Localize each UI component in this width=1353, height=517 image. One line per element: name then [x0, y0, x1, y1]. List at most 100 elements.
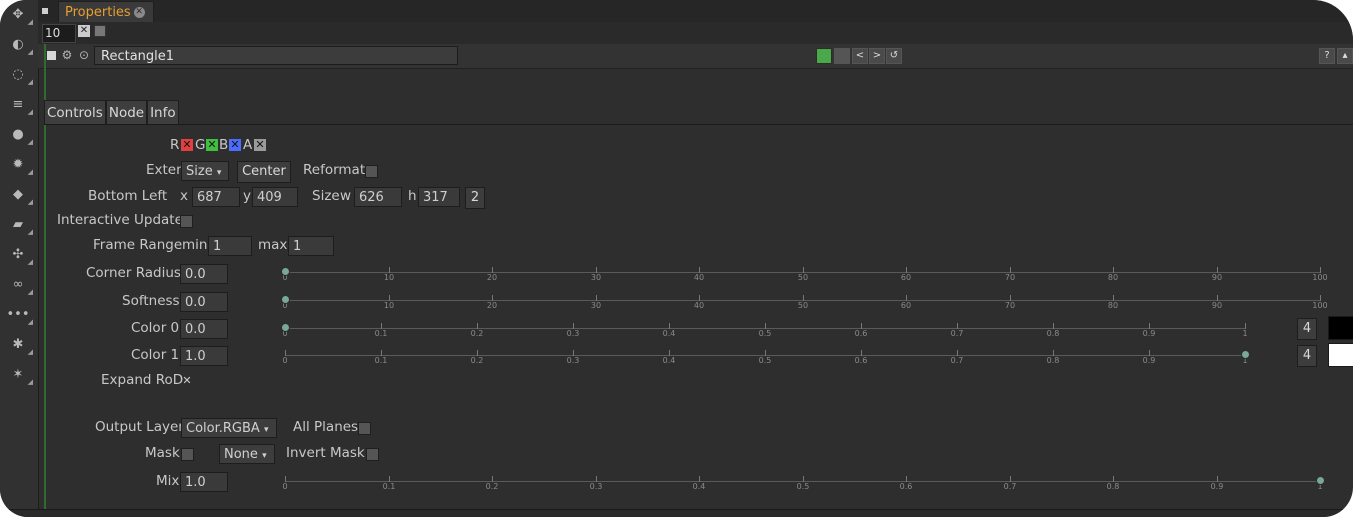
slider-tick-label: 10	[383, 301, 395, 310]
slider-tick-label: 30	[590, 301, 602, 310]
slider-tick-label: 0.4	[662, 329, 676, 338]
close-icon[interactable]: ✕	[133, 7, 145, 18]
invert-mask-checkbox[interactable]	[366, 448, 379, 461]
softness-label: Softness	[122, 293, 180, 309]
slider-tick-label: 0.6	[854, 356, 868, 365]
color1-dimension-button[interactable]: 4	[1297, 345, 1317, 367]
clear-panels-button[interactable]: ✕	[78, 25, 90, 37]
frame-range-label: Frame Range	[93, 237, 183, 253]
slider-tick-label: 0.9	[1142, 329, 1156, 338]
filter-tool-icon[interactable]: ✹ ◢	[8, 154, 33, 177]
slider-tick-label: 20	[486, 273, 498, 282]
slider-tick-label: 0.2	[470, 329, 484, 338]
tab-properties[interactable]: Properties ✕	[58, 1, 154, 23]
channel-r-label: R	[170, 137, 180, 153]
slider-tick-label: 0	[282, 356, 288, 365]
x-label: x	[180, 188, 188, 204]
pane-menu-icon[interactable]	[42, 8, 48, 14]
plugin-tool-icon[interactable]: ✱ ◢	[8, 334, 33, 357]
size-h-input[interactable]: 317	[418, 187, 460, 207]
center-icon[interactable]: ⊙	[77, 48, 91, 62]
slider-tick-label: 0.4	[692, 482, 706, 491]
interactive-update-checkbox[interactable]	[180, 215, 193, 228]
color1-input[interactable]: 1.0	[180, 346, 228, 366]
tab-controls[interactable]: Controls	[44, 100, 106, 125]
mix-slider[interactable]: 0 0.1 0.2 0.3 0.4 0.5 0.6 0.7 0.8 0.9 1	[282, 466, 1325, 496]
keyer-tool-icon[interactable]: ◆ ◢	[8, 184, 33, 207]
merge-tool-icon[interactable]: ▰ ◢	[8, 214, 33, 237]
tab-node[interactable]: Node	[105, 100, 148, 125]
color0-input[interactable]: 0.0	[180, 319, 228, 339]
float-icon[interactable]: ▴	[1337, 48, 1353, 64]
color0-slider[interactable]: 0 0.1 0.2 0.3 0.4 0.5 0.6 0.7 0.8 0.9 1	[281, 313, 1248, 343]
other-tool-icon[interactable]: ••• ◢	[7, 304, 34, 327]
corner-radius-slider[interactable]: 0 10 20 30 40 50 60 70 80 90 100	[281, 257, 1328, 287]
channel-g-checkbox[interactable]: ✕	[206, 139, 218, 151]
slider-tick-label: 70	[1004, 273, 1016, 282]
color1-swatch[interactable]	[1328, 343, 1353, 367]
reformat-label: Reformat	[303, 162, 366, 178]
output-layer-label: Output Layer	[95, 419, 184, 435]
color1-slider[interactable]: 0 0.1 0.2 0.3 0.4 0.5 0.6 0.7 0.8 0.9 1	[282, 340, 1250, 370]
slider-tick-label: 0.3	[566, 356, 580, 365]
prev-icon[interactable]: <	[852, 48, 868, 64]
expand-rod-checkbox[interactable]: ✕	[181, 375, 193, 387]
color0-swatch[interactable]	[1328, 316, 1353, 340]
next-icon[interactable]: >	[869, 48, 885, 64]
h-label: h	[408, 188, 417, 204]
channel-r-checkbox[interactable]: ✕	[181, 139, 193, 151]
all-planes-checkbox[interactable]	[358, 422, 371, 435]
output-layer-dropdown[interactable]: Color.RGBA ▾	[181, 418, 277, 438]
color0-dimension-button[interactable]: 4	[1297, 318, 1317, 340]
mask-checkbox[interactable]	[181, 448, 194, 461]
collapse-icon[interactable]	[44, 48, 58, 62]
node-color-button[interactable]	[816, 48, 832, 64]
mask-dropdown[interactable]: None ▾	[219, 444, 275, 464]
softness-input[interactable]: 0.0	[180, 292, 228, 312]
time-tool-icon[interactable]: ◌ ◢	[8, 64, 33, 87]
overlay-color-button[interactable]	[834, 48, 850, 64]
size-dimension-button[interactable]: 2	[465, 187, 485, 209]
min-label: min	[182, 237, 208, 253]
infinity-tool-icon[interactable]: ∞ ◢	[8, 274, 33, 297]
size-w-input[interactable]: 626	[354, 187, 402, 207]
softness-slider[interactable]: 0 10 20 30 40 50 60 70 80 90 100	[281, 285, 1328, 315]
frame-range-max-input[interactable]: 1	[288, 236, 334, 256]
channel-b-checkbox[interactable]: ✕	[229, 139, 241, 151]
slider-handle[interactable]	[281, 323, 290, 332]
extent-dropdown[interactable]: Size ▾	[181, 161, 229, 181]
corner-radius-input[interactable]: 0.0	[180, 264, 228, 284]
mix-input[interactable]: 1.0	[180, 472, 228, 492]
slider-tick-label: 30	[590, 273, 602, 282]
reformat-checkbox[interactable]	[365, 165, 378, 178]
help-icon[interactable]: ?	[1319, 48, 1335, 64]
y-label: y	[243, 188, 251, 204]
settings-icon[interactable]: ⚙	[60, 48, 74, 62]
node-header: ⚙ ⊙ Rectangle1 < > ↺ ? ▴	[38, 44, 1353, 69]
image-tool-icon[interactable]: ✣ ◢	[8, 244, 33, 267]
slider-handle[interactable]	[1241, 350, 1250, 359]
extra-tool-icon[interactable]: ✶ ◢	[8, 364, 33, 387]
color-tool-icon[interactable]: ● ◢	[8, 124, 33, 147]
output-layer-value: Color.RGBA	[186, 421, 260, 436]
select-tool-icon[interactable]: ✥ ◢	[8, 4, 33, 27]
slider-tick-label: 0.2	[485, 482, 499, 491]
transform-tool-icon[interactable]: ◐ ◢	[8, 34, 33, 57]
slider-tick-label: 0.9	[1142, 356, 1156, 365]
restore-icon[interactable]: ↺	[886, 48, 902, 64]
bottom-left-x-input[interactable]: 687	[192, 187, 240, 207]
slider-handle[interactable]	[281, 267, 290, 276]
center-button[interactable]: Center	[237, 161, 291, 183]
node-name-field[interactable]: Rectangle1	[94, 46, 458, 65]
tab-info[interactable]: Info	[147, 100, 179, 125]
slider-handle[interactable]	[281, 295, 290, 304]
slider-handle[interactable]	[1316, 476, 1325, 485]
bottom-left-y-input[interactable]: 409	[252, 187, 298, 207]
minimize-all-button[interactable]	[94, 25, 106, 37]
slider-tick-label: 0.6	[899, 482, 913, 491]
frame-range-min-input[interactable]: 1	[208, 236, 252, 256]
slider-tick-label: 0.7	[950, 356, 964, 365]
channel-a-checkbox[interactable]: ✕	[254, 139, 266, 151]
max-panels-input[interactable]: 10	[42, 24, 76, 43]
channel-tool-icon[interactable]: ≡ ◢	[8, 94, 33, 117]
